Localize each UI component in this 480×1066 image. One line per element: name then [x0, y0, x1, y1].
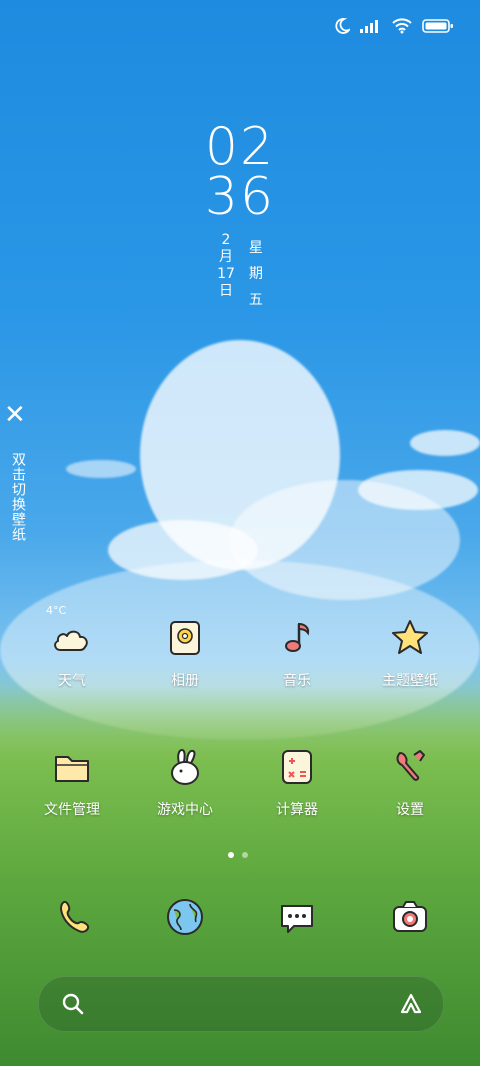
lock-clock[interactable]: 02 36 — [0, 117, 480, 227]
clock-hour: 02 — [204, 117, 276, 177]
star-icon — [392, 620, 428, 654]
browser-globe-icon[interactable] — [164, 896, 206, 938]
wrench-icon — [396, 750, 425, 781]
assistant-icon[interactable] — [399, 992, 423, 1016]
gallery-icon — [170, 621, 200, 655]
page-dot[interactable] — [228, 852, 234, 858]
wifi-icon — [392, 18, 412, 34]
calculator-icon — [282, 750, 312, 784]
app-weather[interactable]: 天气 — [22, 616, 122, 690]
app-settings[interactable]: 设置 — [360, 745, 460, 819]
clock-minute: 36 — [204, 167, 276, 227]
app-gallery[interactable]: 相册 — [135, 616, 235, 690]
folder-icon — [55, 756, 89, 782]
app-files[interactable]: 文件管理 — [22, 745, 122, 819]
clock-date: 2 月 17 日 星 期 五 — [0, 232, 480, 313]
close-icon[interactable]: ✕ — [4, 402, 26, 428]
status-bar — [334, 18, 454, 34]
signal-icon — [360, 20, 378, 33]
page-dot[interactable] — [242, 852, 248, 858]
date-weekday: 星 期 五 — [248, 240, 263, 308]
bunny-icon — [171, 748, 199, 785]
app-game-center[interactable]: 游戏中心 — [135, 745, 235, 819]
date-month-day: 2 月 17 日 — [217, 232, 235, 299]
wallpaper-switch-hint[interactable]: 双击切换壁纸 — [8, 452, 28, 542]
camera-icon[interactable] — [389, 896, 431, 938]
cloud-icon — [54, 630, 88, 651]
page-indicator[interactable] — [228, 852, 248, 858]
music-note-icon — [285, 622, 310, 652]
search-bar[interactable] — [38, 976, 444, 1032]
app-music[interactable]: 音乐 — [247, 616, 347, 690]
app-calculator[interactable]: 计算器 — [247, 745, 347, 819]
moon-icon — [335, 18, 350, 34]
messages-icon[interactable] — [276, 896, 318, 938]
phone-icon[interactable] — [54, 896, 96, 938]
app-themes[interactable]: 主题壁纸 — [360, 616, 460, 690]
search-icon[interactable] — [61, 992, 85, 1016]
battery-icon — [422, 19, 453, 33]
